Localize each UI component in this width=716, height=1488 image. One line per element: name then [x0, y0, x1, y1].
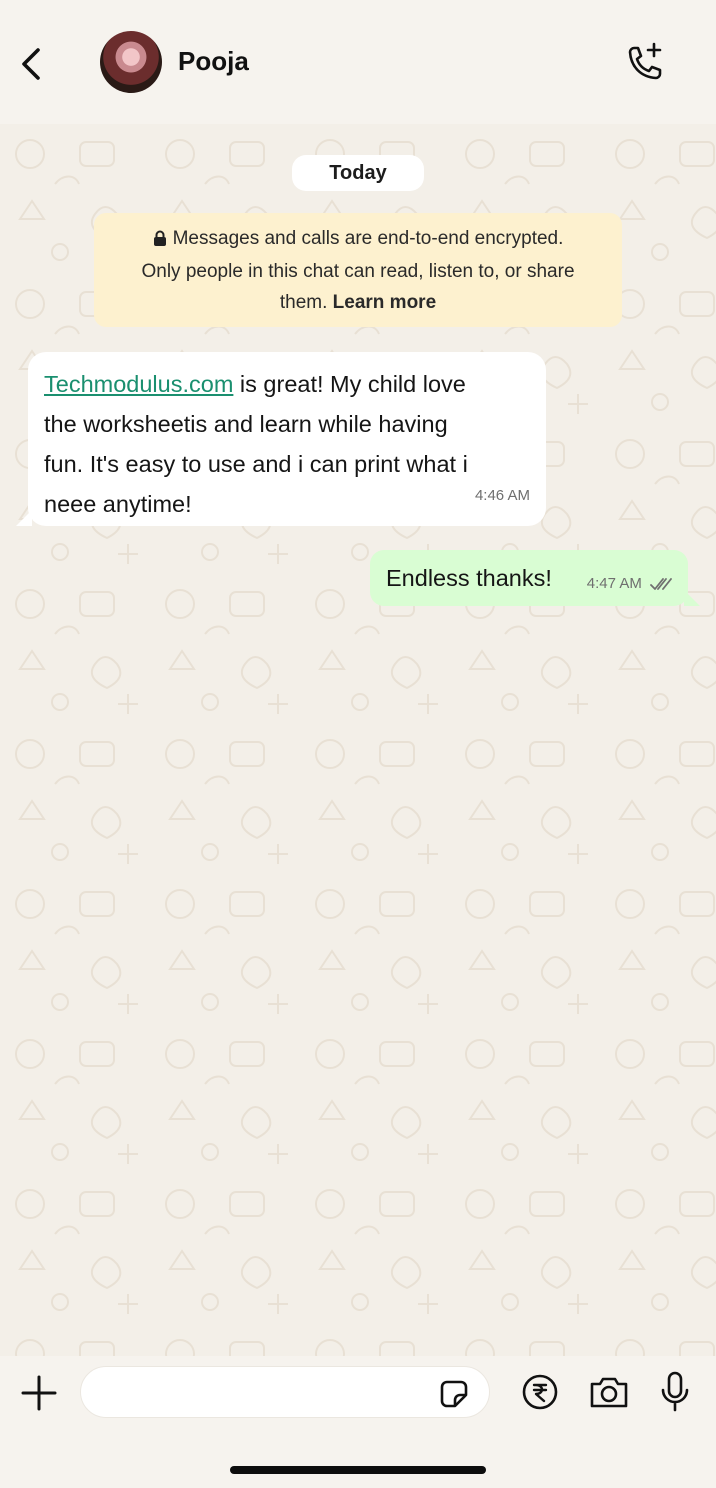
contact-name[interactable]: Pooja: [178, 46, 249, 77]
rupee-icon: [522, 1374, 558, 1410]
outgoing-message[interactable]: Endless thanks! 4:47 AM: [370, 550, 700, 606]
encryption-line-2: Only people in this chat can read, liste…: [141, 261, 575, 282]
message-time: 4:47 AM: [586, 575, 642, 592]
learn-more-link[interactable]: Learn more: [333, 292, 436, 313]
add-call-button[interactable]: [620, 40, 668, 84]
message-link[interactable]: Techmodulus.com: [44, 371, 233, 397]
encryption-line-1: Messages and calls are end-to-end encryp…: [172, 228, 564, 249]
chat-area[interactable]: Today Messages and calls are end-to-end …: [0, 124, 716, 1356]
sticker-icon: [440, 1380, 468, 1408]
message-text-line-4: neee anytime!: [44, 491, 192, 517]
bubble-tail: [684, 590, 700, 606]
chat-header: Pooja: [0, 0, 716, 124]
message-text-line-3: fun. It's easy to use and i can print wh…: [44, 451, 468, 477]
avatar[interactable]: [100, 31, 162, 93]
phone-add-icon: [628, 42, 662, 80]
incoming-message[interactable]: Techmodulus.com is great! My child love …: [16, 352, 546, 526]
message-text-line-2: the worksheetis and learn while having: [44, 411, 448, 437]
payment-button[interactable]: [522, 1374, 558, 1410]
message-text-line-1: is great! My child love: [233, 371, 466, 397]
plus-icon: [21, 1375, 57, 1411]
encryption-notice[interactable]: Messages and calls are end-to-end encryp…: [94, 213, 622, 327]
microphone-icon: [661, 1371, 689, 1412]
sticker-button[interactable]: [439, 1379, 469, 1409]
bubble-tail: [16, 510, 32, 526]
read-ticks-icon: [650, 577, 672, 596]
lock-icon: [153, 225, 167, 256]
date-chip: Today: [292, 155, 424, 191]
camera-icon: [590, 1377, 628, 1408]
chevron-left-icon: [22, 48, 40, 80]
message-input-container[interactable]: [80, 1366, 490, 1419]
message-input[interactable]: [97, 1367, 431, 1419]
attach-button[interactable]: [20, 1374, 58, 1412]
camera-button[interactable]: [588, 1374, 630, 1410]
home-indicator: [230, 1466, 486, 1474]
microphone-button[interactable]: [660, 1370, 690, 1414]
message-time-status: 4:47 AM: [587, 575, 672, 596]
message-time: 4:46 AM: [474, 487, 530, 504]
message-text: Endless thanks!: [386, 565, 552, 591]
input-bar: [0, 1356, 716, 1488]
back-button[interactable]: [14, 44, 50, 84]
encryption-line-3: them.: [279, 292, 333, 313]
